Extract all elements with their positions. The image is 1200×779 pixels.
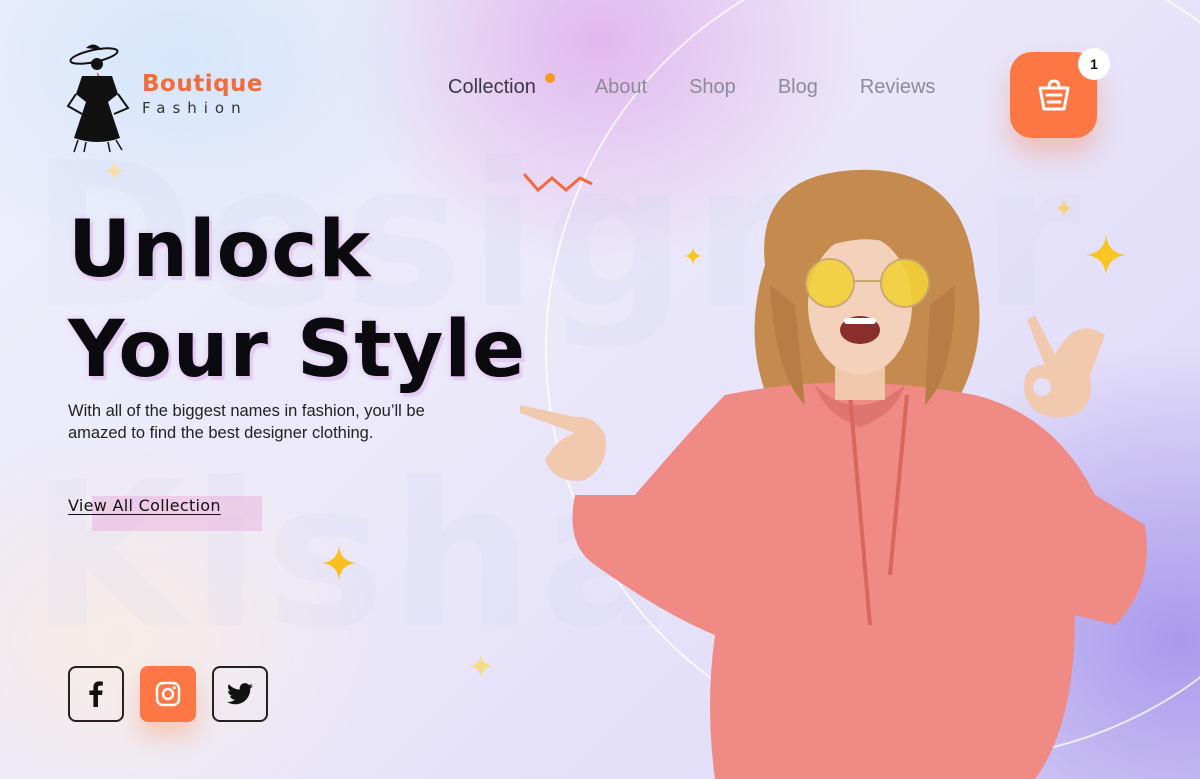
nav-item-about[interactable]: About [595, 76, 647, 99]
hero-title-line1: Unlock [68, 205, 372, 295]
facebook-icon [89, 681, 103, 707]
brand-tagline: Fashion [142, 99, 248, 117]
cart-button[interactable]: 1 [1010, 48, 1110, 138]
hero-title: Unlock Your Style [68, 200, 526, 400]
pointing-hand [520, 405, 606, 481]
hero-title-line2: Your Style [68, 305, 527, 395]
sunglasses [805, 258, 855, 308]
fashion-woman-logo-icon [66, 44, 130, 153]
sparkle-icon [469, 654, 493, 678]
active-indicator-dot [544, 73, 555, 83]
nav-item-shop[interactable]: Shop [689, 76, 736, 99]
shopping-basket-icon [1038, 79, 1069, 111]
sparkle-icon [104, 161, 124, 181]
cart-count-badge: 1 [1078, 48, 1110, 80]
main-nav: Collection About Shop Blog Reviews [448, 73, 977, 99]
view-all-collection-link[interactable]: View All Collection [68, 496, 221, 515]
twitter-button[interactable] [212, 666, 268, 722]
instagram-button[interactable] [140, 666, 196, 722]
sparkle-icon [322, 546, 356, 580]
ok-hand [1024, 315, 1105, 418]
hero-description: With all of the biggest names in fashion… [68, 402, 425, 442]
social-links [68, 666, 268, 722]
nav-item-collection[interactable]: Collection [448, 73, 555, 99]
nav-item-reviews[interactable]: Reviews [860, 76, 936, 99]
twitter-icon [227, 683, 253, 705]
facebook-button[interactable] [68, 666, 124, 722]
pink-hoodie [572, 382, 1147, 779]
instagram-icon [155, 681, 181, 707]
brand-name: Boutique [142, 71, 264, 97]
model-photo [520, 169, 1147, 779]
nav-item-blog[interactable]: Blog [778, 76, 818, 99]
brand-logo[interactable]: Boutique Fashion [64, 42, 263, 154]
